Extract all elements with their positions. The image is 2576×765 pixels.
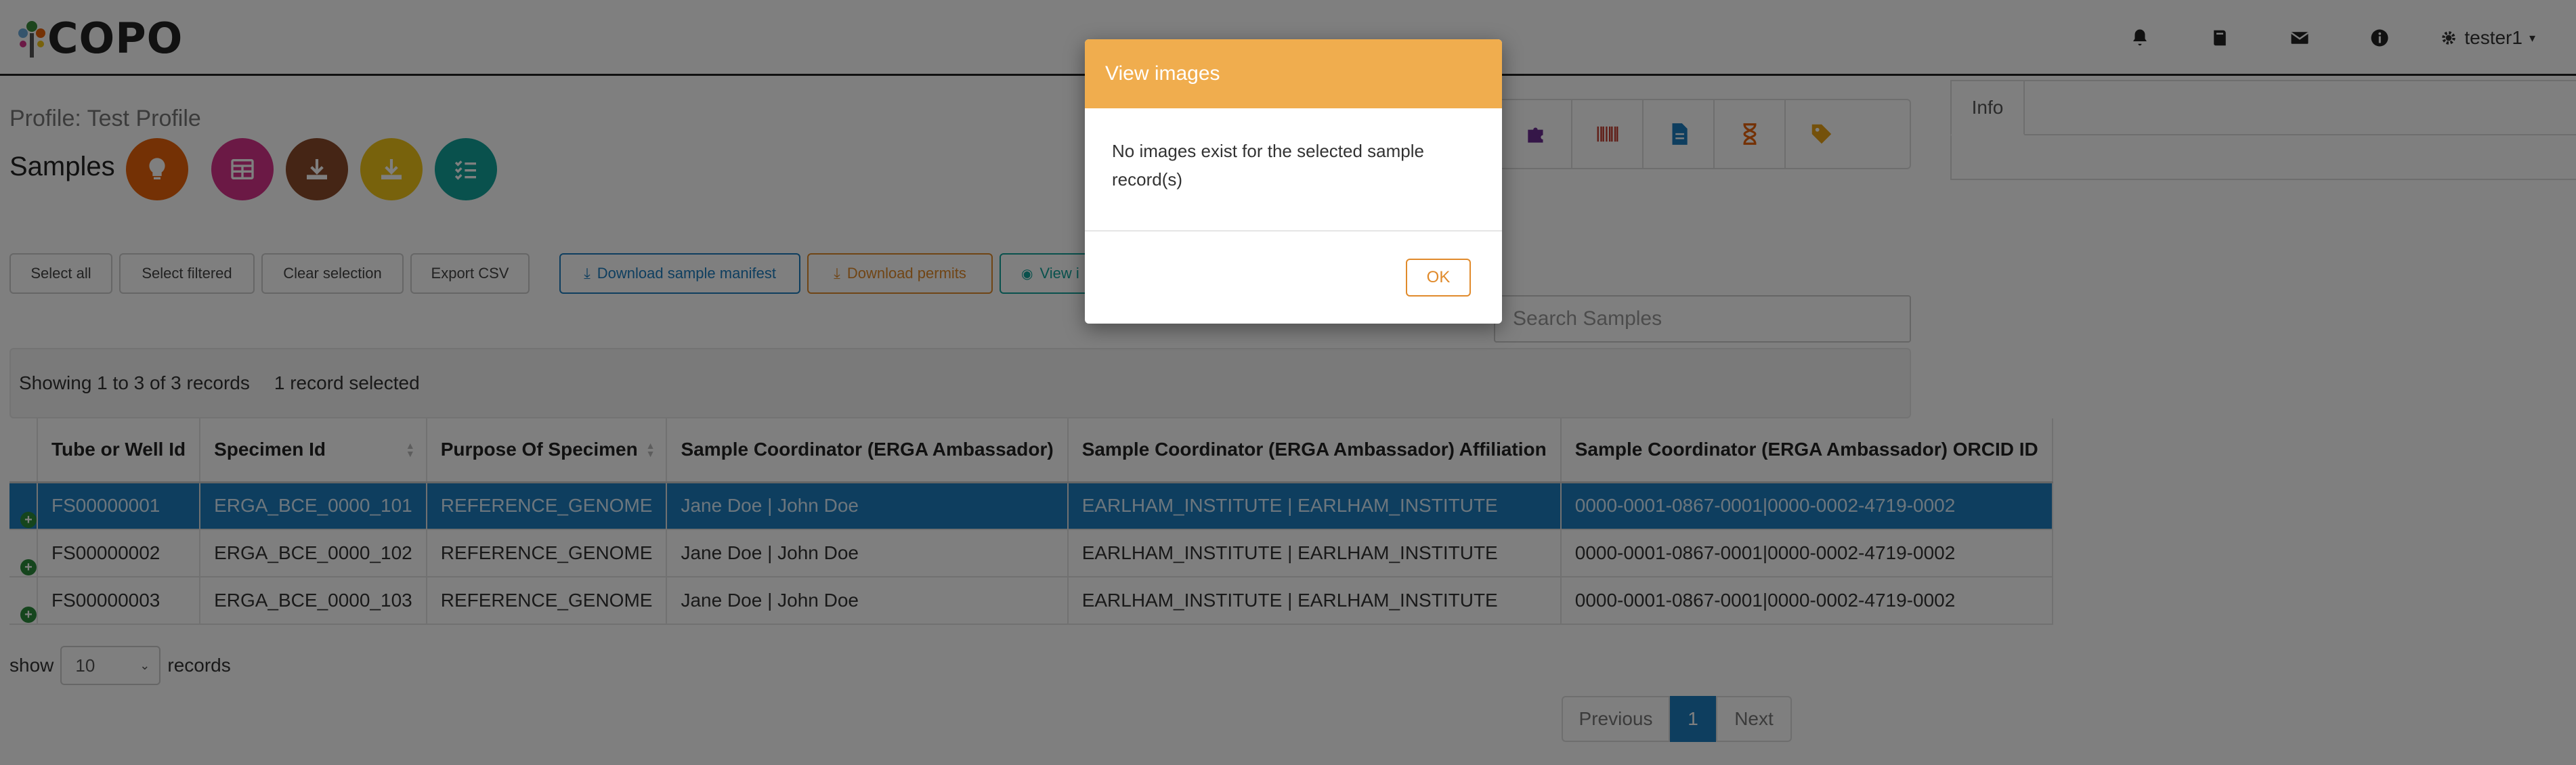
dialog-title: View images — [1085, 39, 1502, 108]
dialog-footer: OK — [1085, 232, 1502, 322]
dialog-message: No images exist for the selected sample … — [1085, 108, 1502, 232]
ok-button[interactable]: OK — [1406, 259, 1471, 297]
view-images-dialog: View images No images exist for the sele… — [1085, 39, 1502, 324]
